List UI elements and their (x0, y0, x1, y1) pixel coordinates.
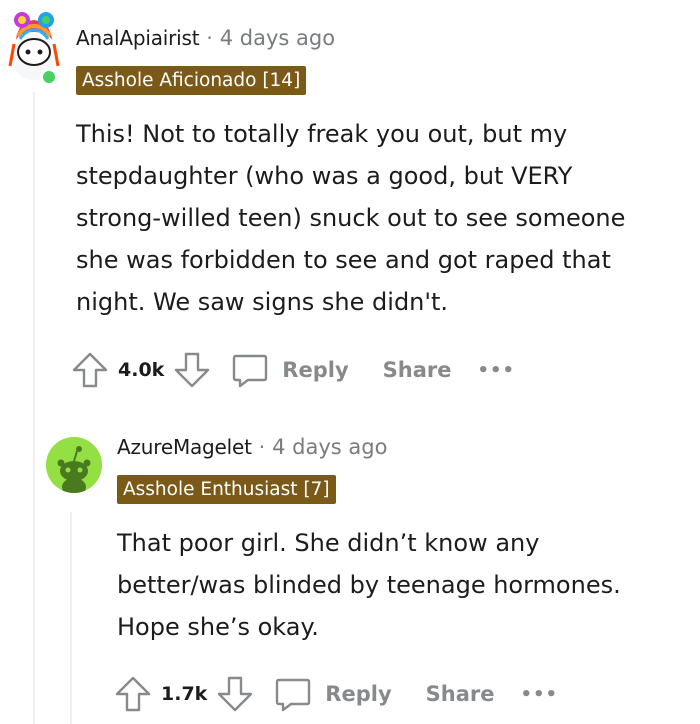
speech-bubble-icon[interactable] (273, 674, 313, 714)
comment-body: That poor girl. She didn’t know any bett… (117, 522, 692, 648)
share-button[interactable]: Share (426, 682, 495, 706)
meta-separator: · (206, 26, 213, 50)
comment-timestamp[interactable]: 4 days ago (220, 26, 335, 50)
comment-body: This! Not to totally freak you out, but … (76, 113, 691, 323)
reply-button[interactable]: Reply (282, 358, 348, 382)
downvote-arrow-icon[interactable] (172, 350, 212, 390)
comment-text-line: That poor girl. She didn’t know any (117, 529, 540, 557)
comment-text-line: stepdaughter (who was a good, but VERY (76, 162, 573, 190)
comment-actions: 1.7k Reply Share ••• (113, 672, 558, 716)
reply-button[interactable]: Reply (325, 682, 391, 706)
user-avatar[interactable] (46, 437, 102, 493)
ellipsis-icon[interactable]: ••• (521, 684, 559, 705)
comment-meta: AnalApiairist · 4 days ago (76, 26, 335, 50)
username-link[interactable]: AzureMagelet (117, 435, 252, 459)
ellipsis-icon[interactable]: ••• (478, 360, 516, 381)
user-flair: Asshole Aficionado [14] (76, 66, 307, 95)
upvote-arrow-icon[interactable] (70, 350, 110, 390)
comment-text-line: better/was blinded by teenage hormones. (117, 571, 621, 599)
downvote-arrow-icon[interactable] (215, 674, 255, 714)
thread-line-nested[interactable] (70, 512, 72, 724)
comment-timestamp[interactable]: 4 days ago (272, 435, 387, 459)
speech-bubble-icon[interactable] (230, 350, 270, 390)
thread-line[interactable] (33, 92, 35, 724)
share-button[interactable]: Share (383, 358, 452, 382)
comment-text-line: strong-willed teen) snuck out to see som… (76, 204, 626, 232)
user-flair: Asshole Enthusiast [7] (117, 475, 336, 504)
comment-actions: 4.0k Reply Share ••• (70, 348, 515, 392)
comment-text-line: Hope she’s okay. (117, 613, 319, 641)
snoo-avatar-icon (46, 437, 102, 493)
comment-meta: AzureMagelet · 4 days ago (117, 435, 387, 459)
comment-text-line: she was forbidden to see and got raped t… (76, 246, 611, 274)
vote-score: 4.0k (118, 359, 165, 381)
username-link[interactable]: AnalApiairist (76, 26, 200, 50)
comment-text-line: This! Not to totally freak you out, but … (76, 120, 568, 148)
online-status-indicator (40, 68, 58, 86)
comment-text-line: night. We saw signs she didn't. (76, 288, 449, 316)
vote-score: 1.7k (161, 683, 208, 705)
meta-separator: · (258, 435, 266, 459)
upvote-arrow-icon[interactable] (113, 674, 153, 714)
